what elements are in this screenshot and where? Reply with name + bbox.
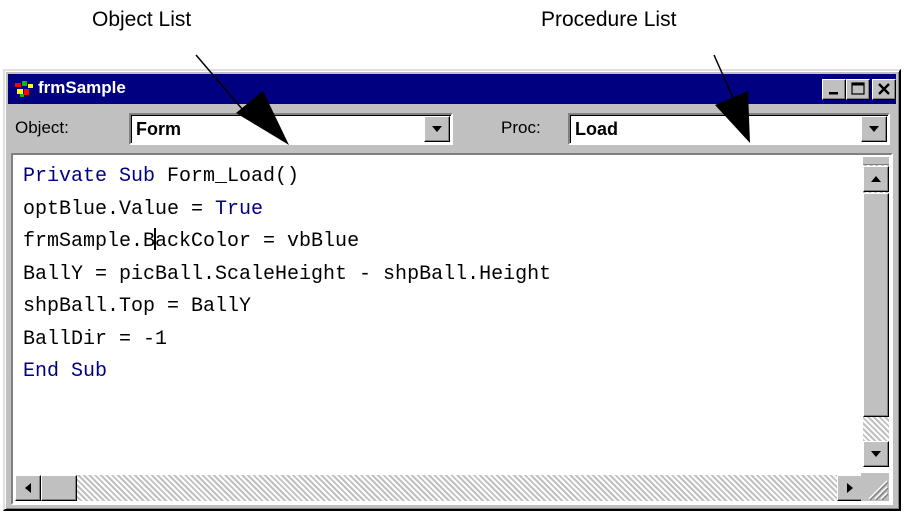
vertical-scrollbar[interactable] <box>863 157 889 467</box>
code-line[interactable]: shpBall.Top = BallY <box>23 291 863 324</box>
minimize-button[interactable] <box>822 79 846 100</box>
code-text: BallDir = -1 <box>23 327 168 351</box>
proc-combo-value: Load <box>575 119 618 139</box>
code-text-area[interactable]: Private Sub Form_Load() optBlue.Value = T… <box>23 161 863 461</box>
code-window: frmSample Object: Form Proc: Load Privat… <box>3 69 901 511</box>
maximize-button[interactable] <box>846 79 870 100</box>
minimize-icon <box>829 92 838 95</box>
horizontal-scrollbar[interactable] <box>15 475 863 501</box>
code-text: Form_Load() <box>155 165 300 188</box>
code-text: ackColor = vbBlue <box>155 230 360 253</box>
code-line[interactable]: Private Sub Form_Load() <box>23 161 863 194</box>
window-title: frmSample <box>38 78 126 97</box>
code-line[interactable]: BallY = picBall.ScaleHeight - shpBall.He… <box>23 259 863 292</box>
vb-form-icon <box>15 81 33 97</box>
code-keyword: True <box>215 197 264 221</box>
vertical-scroll-thumb[interactable] <box>863 193 889 417</box>
object-dropdown-button[interactable] <box>424 116 450 142</box>
proc-label: Proc: <box>501 118 541 137</box>
splitter-handle[interactable] <box>863 157 889 165</box>
scroll-up-button[interactable] <box>863 166 889 192</box>
close-button[interactable] <box>872 79 896 100</box>
procedure-list-combo[interactable]: Load <box>568 113 890 145</box>
down-arrow-icon <box>871 451 881 457</box>
scroll-right-button[interactable] <box>837 475 863 501</box>
object-label: Object: <box>15 118 69 137</box>
size-grip[interactable] <box>861 473 889 501</box>
code-keyword: End Sub <box>23 360 108 383</box>
code-keyword: Private Sub <box>23 165 156 188</box>
code-text: BallY = picBall.ScaleHeight - shpBall.He… <box>23 262 552 286</box>
scroll-down-button[interactable] <box>863 441 889 467</box>
scroll-left-button[interactable] <box>15 475 41 501</box>
code-line[interactable]: End Sub <box>23 356 863 389</box>
up-arrow-icon <box>871 176 881 182</box>
dropdown-arrow-icon <box>869 126 879 132</box>
object-list-callout: Object List <box>92 8 192 31</box>
proc-dropdown-button[interactable] <box>861 116 887 142</box>
maximize-icon <box>851 82 865 95</box>
title-bar[interactable]: frmSample <box>8 74 896 104</box>
object-list-combo[interactable]: Form <box>129 113 453 145</box>
code-text: shpBall.Top = BallY <box>23 295 252 318</box>
close-icon <box>878 83 890 95</box>
dropdown-arrow-icon <box>432 126 442 132</box>
code-text: frmSample.B <box>23 230 156 253</box>
right-arrow-icon <box>847 483 853 493</box>
left-arrow-icon <box>25 483 31 493</box>
object-combo-value: Form <box>136 119 181 139</box>
code-line[interactable]: optBlue.Value = True <box>23 194 863 227</box>
code-text: optBlue.Value = <box>23 197 216 221</box>
resize-grip-icon <box>868 480 889 501</box>
procedure-list-callout: Procedure List <box>541 8 677 31</box>
code-editor[interactable]: Private Sub Form_Load() optBlue.Value = T… <box>11 153 893 505</box>
horizontal-scroll-thumb[interactable] <box>41 475 77 501</box>
code-line[interactable]: frmSample.BackColor = vbBlue <box>23 226 863 259</box>
code-line[interactable]: BallDir = -1 <box>23 324 863 357</box>
